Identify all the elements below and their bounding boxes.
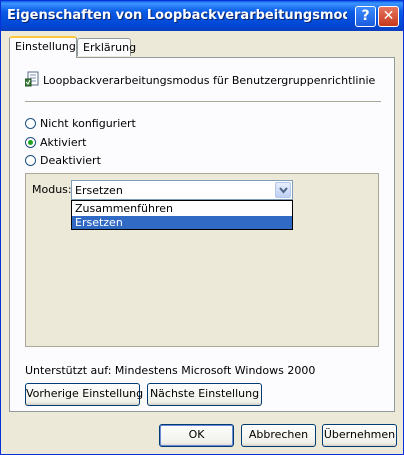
radio-button[interactable] <box>25 136 36 148</box>
close-button[interactable]: ✕ <box>378 6 399 27</box>
radio-button[interactable] <box>25 117 36 129</box>
modus-dropdown-list: Zusammenführen Ersetzen <box>71 200 293 230</box>
help-icon: ? <box>361 8 370 24</box>
close-icon: ✕ <box>382 8 395 24</box>
radio-button[interactable] <box>25 154 36 166</box>
radio-nicht-konfiguriert[interactable]: Nicht konfiguriert <box>25 116 136 130</box>
help-button[interactable]: ? <box>355 6 376 27</box>
dropdown-item-zusammenfuehren[interactable]: Zusammenführen <box>72 202 292 215</box>
tab-erklaerung[interactable]: Erklärung <box>77 38 136 56</box>
next-setting-button[interactable]: Nächste Einstellung <box>147 383 262 406</box>
policy-title: Loopbackverarbeitungsmodus für Benutzerg… <box>43 74 376 87</box>
radio-deaktiviert[interactable]: Deaktiviert <box>25 153 101 167</box>
chevron-down-icon <box>278 187 288 194</box>
dropdown-button[interactable] <box>275 182 291 198</box>
radio-label: Nicht konfiguriert <box>40 116 136 130</box>
properties-dialog: Eigenschaften von Loopbackverarbeitungsm… <box>0 0 404 455</box>
radio-dot-icon <box>28 139 33 145</box>
modus-label: Modus: <box>32 183 72 196</box>
radio-aktiviert[interactable]: Aktiviert <box>25 135 86 149</box>
divider <box>25 101 381 102</box>
ok-button[interactable]: OK <box>159 424 234 447</box>
policy-icon <box>25 71 39 87</box>
radio-label: Deaktiviert <box>40 153 101 167</box>
tab-einstellung[interactable]: Einstellung <box>9 36 77 58</box>
modus-combobox[interactable]: Ersetzen <box>71 180 293 200</box>
supported-on-text: Unterstützt auf: Mindestens Microsoft Wi… <box>25 364 316 377</box>
cancel-button[interactable]: Abbrechen <box>241 424 316 447</box>
radio-label: Aktiviert <box>40 135 87 149</box>
dropdown-item-ersetzen[interactable]: Ersetzen <box>72 216 292 229</box>
window-title: Eigenschaften von Loopbackverarbeitungsm… <box>7 8 347 23</box>
previous-setting-button[interactable]: Vorherige Einstellung <box>25 383 143 406</box>
apply-button[interactable]: Übernehmen <box>322 424 397 447</box>
title-bar[interactable]: Eigenschaften von Loopbackverarbeitungsm… <box>1 1 403 31</box>
modus-value: Ersetzen <box>75 184 123 197</box>
